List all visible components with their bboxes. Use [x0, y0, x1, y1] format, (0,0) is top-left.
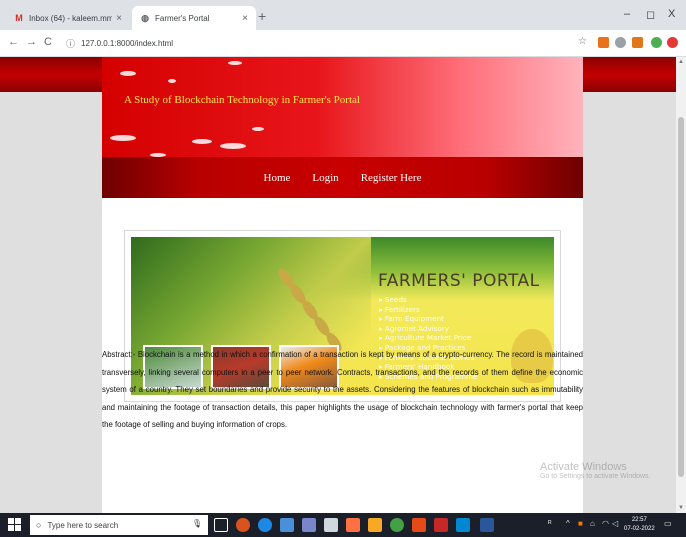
clock-date: 07-02-2022	[624, 526, 655, 532]
app-icon[interactable]	[236, 518, 250, 532]
search-placeholder: Type here to search	[47, 520, 119, 530]
site-title: A Study of Blockchain Technology in Farm…	[124, 94, 360, 106]
app-icon[interactable]	[456, 518, 470, 532]
activate-windows-watermark: Activate Windows Go to Settings to activ…	[540, 461, 651, 480]
taskbar-clock[interactable]: 22:57 07-02-2022	[624, 516, 655, 534]
close-window-button[interactable]: X	[668, 8, 675, 20]
app-icon[interactable]	[302, 518, 316, 532]
page-viewport: A Study of Blockchain Technology in Farm…	[0, 57, 676, 513]
globe-icon: ◍	[141, 12, 149, 23]
wifi-icon[interactable]: ◠	[602, 519, 609, 528]
info-icon[interactable]: ⓘ	[66, 37, 75, 50]
gmail-icon: M	[15, 13, 23, 23]
clock-time: 22:57	[631, 517, 647, 523]
extension-icon[interactable]	[598, 37, 609, 48]
tray-app-icon[interactable]: ■	[578, 519, 583, 528]
taskbar-search-box[interactable]: ○ Type here to search	[30, 515, 208, 535]
main-nav: Home Login Register Here	[102, 157, 583, 198]
people-icon[interactable]: ᴿ	[548, 519, 552, 528]
address-bar[interactable]: ⓘ 127.0.0.1:8000/index.html	[66, 34, 586, 53]
banner-list-item: Fertilizers	[379, 305, 477, 315]
url-text: 127.0.0.1:8000/index.html	[81, 39, 174, 48]
notifications-icon[interactable]: ▭	[664, 519, 672, 528]
metamask-icon[interactable]	[632, 37, 643, 48]
edge-icon[interactable]	[258, 518, 272, 532]
app-icon[interactable]	[412, 518, 426, 532]
banner-list-item: Farm Equipment	[379, 314, 477, 324]
tab-gmail[interactable]: M Inbox (64) - kaleem.mmd@gma ×	[6, 6, 130, 30]
close-tab-icon[interactable]: ×	[116, 13, 122, 24]
store-icon[interactable]	[280, 518, 294, 532]
scrollbar-thumb[interactable]	[678, 117, 684, 477]
page-scrollbar[interactable]: ▲ ▼	[676, 57, 686, 513]
minimize-button[interactable]: –	[624, 8, 630, 20]
bookmark-star-icon[interactable]: ☆	[578, 36, 587, 47]
banner-list-item: Agriculture Market Price	[379, 333, 477, 343]
extension-icon[interactable]	[651, 37, 662, 48]
microphone-icon[interactable]: 🎙	[192, 519, 202, 528]
extension-icon[interactable]	[667, 37, 678, 48]
browser-toolbar: ← → C ⓘ 127.0.0.1:8000/index.html ☆	[0, 30, 686, 57]
tab-label: Inbox (64) - kaleem.mmd@gma	[29, 13, 113, 23]
abstract-text: Abstract:- Blockchain is a method in whi…	[102, 350, 583, 429]
maximize-button[interactable]: ◻	[646, 8, 655, 21]
banner-heading: FARMERS' PORTAL	[378, 271, 540, 291]
close-tab-icon[interactable]: ×	[242, 13, 248, 24]
back-arrow-icon[interactable]: ←	[8, 36, 19, 48]
chrome-icon[interactable]	[390, 518, 404, 532]
banner-list-item: Seeds	[379, 295, 477, 305]
nav-home-link[interactable]: Home	[264, 172, 291, 184]
app-icon[interactable]	[434, 518, 448, 532]
reload-icon[interactable]: C	[44, 36, 52, 48]
volume-icon[interactable]: ◁	[612, 519, 618, 528]
new-tab-button[interactable]: +	[258, 8, 266, 24]
tab-farmers-portal[interactable]: ◍ Farmer's Portal ×	[132, 6, 256, 30]
network-icon[interactable]: ⌂	[590, 519, 595, 528]
word-icon[interactable]	[480, 518, 494, 532]
app-icon[interactable]	[346, 518, 360, 532]
banner-list-item: Agromet Advisory	[379, 324, 477, 334]
windows-taskbar: ○ Type here to search 🎙 ᴿ ^ ■ ⌂ ◠ ◁ 22:5…	[0, 513, 686, 537]
browser-tab-strip: M Inbox (64) - kaleem.mmd@gma × ◍ Farmer…	[0, 0, 686, 30]
forward-arrow-icon[interactable]: →	[26, 36, 37, 48]
chevron-up-icon[interactable]: ^	[566, 519, 570, 528]
task-view-icon[interactable]	[214, 518, 228, 532]
windows-start-icon[interactable]	[8, 518, 22, 532]
search-icon: ○	[36, 520, 42, 530]
file-explorer-icon[interactable]	[368, 518, 382, 532]
nav-login-link[interactable]: Login	[312, 172, 338, 184]
app-icon[interactable]	[324, 518, 338, 532]
tab-label: Farmer's Portal	[155, 13, 210, 23]
site-header: A Study of Blockchain Technology in Farm…	[102, 57, 583, 157]
extension-icon[interactable]	[615, 37, 626, 48]
nav-register-link[interactable]: Register Here	[361, 172, 422, 184]
